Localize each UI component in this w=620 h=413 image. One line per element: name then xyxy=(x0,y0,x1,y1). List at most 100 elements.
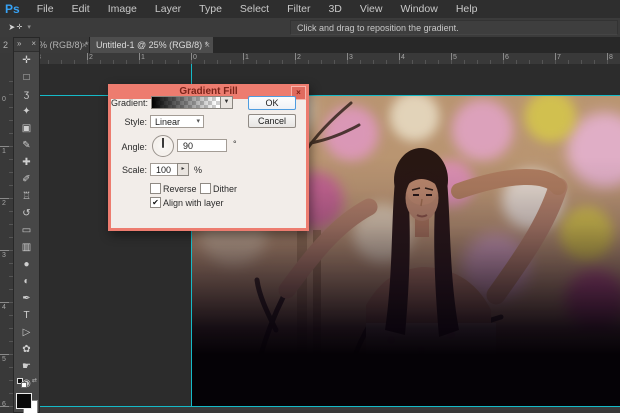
close-icon[interactable]: × xyxy=(205,40,210,50)
dodge-tool[interactable]: ◐ xyxy=(14,273,39,290)
ruler-label: 0 xyxy=(2,96,6,103)
hand-tool[interactable]: ☛ xyxy=(14,358,39,375)
dither-label: Dither xyxy=(213,184,237,194)
gradient-dropdown-button[interactable]: ▼ xyxy=(220,96,233,109)
ruler-label: 2 xyxy=(2,200,6,207)
tools-panel: » × ✛ □ ʒ ✦ ▣ ✎ ✚ ✐ ♖ ↺ ▭ ▥ ● ◐ ✒ T ▷ ✿ … xyxy=(13,37,40,413)
ruler-label: 1 xyxy=(141,54,145,61)
ruler-label: 1 xyxy=(2,148,6,155)
menu-3d[interactable]: 3D xyxy=(319,1,350,18)
gradient-tool[interactable]: ▥ xyxy=(14,239,39,256)
history-brush-tool[interactable]: ↺ xyxy=(14,205,39,222)
horizontal-guide-bottom xyxy=(13,406,620,407)
tab-label: Untitled-1 @ 25% (RGB/8) * xyxy=(96,40,208,50)
align-with-layer-checkbox[interactable]: ✔ xyxy=(150,197,161,208)
swap-colors-icon[interactable]: ⇄ xyxy=(32,377,37,384)
move-cross-icon: ✛ xyxy=(17,23,23,31)
ruler-label: 6 xyxy=(505,54,509,61)
chevron-right-icon: ▸ xyxy=(181,166,184,172)
gradient-preview-well[interactable] xyxy=(151,96,221,109)
reverse-label: Reverse xyxy=(163,184,197,194)
menu-image[interactable]: Image xyxy=(99,1,146,18)
lasso-tool[interactable]: ʒ xyxy=(14,86,39,103)
document-tab-bar: 2 13% (RGB/8) * × Untitled-1 @ 25% (RGB/… xyxy=(0,37,620,53)
scale-spinner-button[interactable]: ▸ xyxy=(177,163,189,176)
chevron-down-icon: ▼ xyxy=(224,99,230,105)
ruler-label: 4 xyxy=(2,304,6,311)
collapse-panel-icon[interactable]: » xyxy=(17,39,20,48)
gradient-fill-dialog: Gradient Fill × Gradient: ▼ OK Cancel St… xyxy=(108,84,309,231)
ruler-label: 2 xyxy=(297,54,301,61)
clone-stamp-tool[interactable]: ♖ xyxy=(14,188,39,205)
close-icon[interactable]: × xyxy=(31,39,36,48)
hint-text: Click and drag to reposition the gradien… xyxy=(291,23,459,33)
eraser-tool[interactable]: ▭ xyxy=(14,222,39,239)
type-tool[interactable]: T xyxy=(14,307,39,324)
move-tool[interactable]: ✛ xyxy=(14,52,39,69)
style-select[interactable]: Linear ▾ xyxy=(150,115,204,128)
tools-panel-header[interactable]: » × xyxy=(14,38,39,52)
brush-tool[interactable]: ✐ xyxy=(14,171,39,188)
status-bar-strip xyxy=(13,407,620,413)
tab-label-fragment: 2 xyxy=(3,40,8,50)
move-tool-icon: ➤ xyxy=(8,22,15,33)
spot-healing-brush-tool[interactable]: ✚ xyxy=(14,154,39,171)
vertical-ruler[interactable]: 0 1 2 3 4 5 6 xyxy=(0,64,14,413)
default-colors-icon[interactable] xyxy=(21,382,27,388)
reverse-checkbox[interactable] xyxy=(150,183,161,194)
pen-tool[interactable]: ✒ xyxy=(14,290,39,307)
chevron-down-icon: ▾ xyxy=(196,117,200,125)
gradient-label: Gradient: xyxy=(111,98,148,108)
ok-button[interactable]: OK xyxy=(248,96,296,110)
rectangular-marquee-tool[interactable]: □ xyxy=(14,69,39,86)
hint-message-box: Click and drag to reposition the gradien… xyxy=(290,20,618,35)
menu-select[interactable]: Select xyxy=(231,1,278,18)
foreground-color-swatch[interactable] xyxy=(16,393,32,409)
photoshop-window: Ps File Edit Image Layer Type Select Fil… xyxy=(0,0,620,413)
ruler-label: 8 xyxy=(609,54,613,61)
menu-view[interactable]: View xyxy=(351,1,392,18)
style-value: Linear xyxy=(155,117,180,127)
ruler-label: 3 xyxy=(2,252,6,259)
ruler-label: 2 xyxy=(89,54,93,61)
ruler-label: 7 xyxy=(557,54,561,61)
degree-unit: ° xyxy=(233,139,237,149)
blur-tool[interactable]: ● xyxy=(14,256,39,273)
angle-label: Angle: xyxy=(111,142,147,152)
ruler-label: 4 xyxy=(401,54,405,61)
eyedropper-tool[interactable]: ✎ xyxy=(14,137,39,154)
chevron-down-icon: ▾ xyxy=(27,23,31,31)
percent-unit: % xyxy=(194,165,202,175)
menu-filter[interactable]: Filter xyxy=(278,1,319,18)
menu-window[interactable]: Window xyxy=(391,1,446,18)
close-icon[interactable]: × xyxy=(82,40,87,50)
ruler-label: 0 xyxy=(193,54,197,61)
quick-selection-tool[interactable]: ✦ xyxy=(14,103,39,120)
tool-preset-picker[interactable]: ➤ ✛ ▾ xyxy=(8,20,31,34)
menu-help[interactable]: Help xyxy=(447,1,487,18)
style-label: Style: xyxy=(111,117,147,127)
angle-dial[interactable] xyxy=(152,135,174,157)
options-bar: ➤ ✛ ▾ Click and drag to reposition the g… xyxy=(0,18,620,38)
ruler-label: 6 xyxy=(2,401,6,408)
crop-tool[interactable]: ▣ xyxy=(14,120,39,137)
scale-label: Scale: xyxy=(111,165,147,175)
tab-untitled-1[interactable]: Untitled-1 @ 25% (RGB/8) * × xyxy=(90,37,213,53)
angle-input[interactable]: 90 xyxy=(177,139,227,152)
check-icon: ✔ xyxy=(152,198,159,207)
menu-edit[interactable]: Edit xyxy=(63,1,99,18)
scale-input[interactable]: 100 xyxy=(150,163,178,176)
dither-checkbox[interactable] xyxy=(200,183,211,194)
ruler-label: 5 xyxy=(2,356,6,363)
horizontal-guide-top xyxy=(13,95,620,96)
menu-file[interactable]: File xyxy=(28,1,63,18)
ruler-label: 5 xyxy=(453,54,457,61)
path-selection-tool[interactable]: ▷ xyxy=(14,324,39,341)
angle-dial-center xyxy=(162,145,165,148)
menu-layer[interactable]: Layer xyxy=(146,1,190,18)
custom-shape-tool[interactable]: ✿ xyxy=(14,341,39,358)
menu-type[interactable]: Type xyxy=(190,1,231,18)
menu-bar: Ps File Edit Image Layer Type Select Fil… xyxy=(0,0,620,19)
photoshop-logo: Ps xyxy=(0,2,28,16)
cancel-button[interactable]: Cancel xyxy=(248,114,296,128)
